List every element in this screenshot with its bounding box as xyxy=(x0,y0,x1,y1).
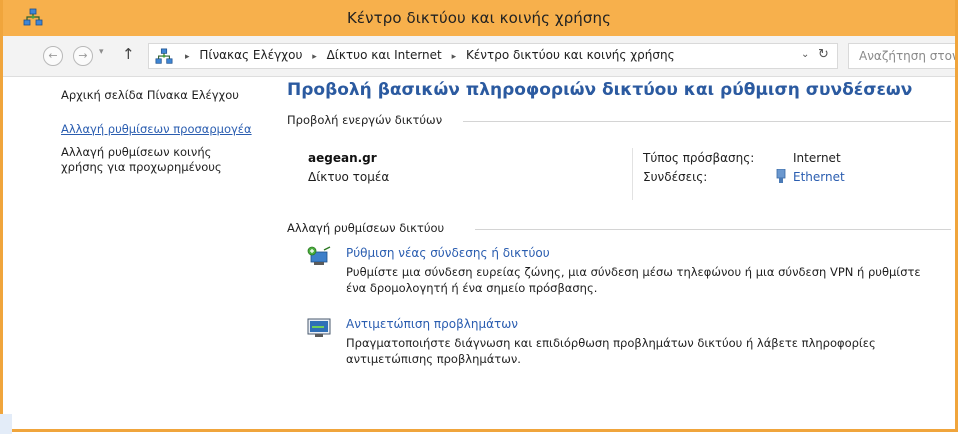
address-dropdown-icon[interactable]: ⌄ xyxy=(801,49,809,60)
address-bar: ← → ▾ ↑ ▸ Πίνακας Ελέγχου ▸ Δίκτυο και I… xyxy=(3,36,955,77)
network-type: Δίκτυο τομέα xyxy=(308,170,390,184)
section-label-active-networks: Προβολή ενεργών δικτύων xyxy=(287,113,443,127)
search-input[interactable]: Αναζήτηση στον Π xyxy=(848,43,955,69)
window: Κέντρο δικτύου και κοινής χρήσης ← → ▾ ↑… xyxy=(0,0,958,432)
section-label-change-settings: Αλλαγή ρυθμίσεων δικτύου xyxy=(287,221,445,235)
forward-button[interactable]: → xyxy=(73,46,93,66)
breadcrumb-chevron-icon[interactable]: ▸ xyxy=(306,52,323,62)
sidebar-item-change-adapter-settings[interactable]: Αλλαγή ρυθμίσεων προσαρμογέα xyxy=(61,122,256,137)
refresh-icon[interactable]: ↻ xyxy=(818,47,829,62)
breadcrumb-control-panel[interactable]: Πίνακας Ελέγχου xyxy=(199,48,302,62)
setup-new-connection-description: Ρυθμίστε μια σύνδεση ευρείας ζώνης, μια … xyxy=(346,265,921,295)
sidebar-item-advanced-sharing-settings[interactable]: Αλλαγή ρυθμίσεων κοινής χρήσης για προχω… xyxy=(61,145,256,175)
breadcrumb-chevron-icon[interactable]: ▸ xyxy=(446,52,463,62)
troubleshoot-problems-link[interactable]: Αντιμετώπιση προβλημάτων xyxy=(346,317,518,331)
section-divider xyxy=(475,229,951,230)
sidebar-item-control-panel-home[interactable]: Αρχική σελίδα Πίνακα Ελέγχου xyxy=(61,88,256,103)
column-divider xyxy=(632,148,633,200)
breadcrumb-network-internet[interactable]: Δίκτυο και Internet xyxy=(327,48,442,62)
recent-locations-dropdown-icon[interactable]: ▾ xyxy=(99,47,104,57)
access-type-value: Internet xyxy=(793,151,841,165)
connections-label: Συνδέσεις: xyxy=(643,170,708,184)
setup-new-connection-link[interactable]: Ρύθμιση νέας σύνδεσης ή δικτύου xyxy=(346,246,550,260)
desktop-corner xyxy=(0,414,12,434)
breadcrumb-chevron-icon[interactable]: ▸ xyxy=(179,52,196,62)
network-name: aegean.gr xyxy=(308,151,377,165)
section-divider xyxy=(463,121,951,122)
forward-arrow-icon: → xyxy=(78,49,88,62)
troubleshoot-problems-description: Πραγματοποιήστε διάγνωση και επιδιόρθωση… xyxy=(346,336,876,366)
back-button[interactable]: ← xyxy=(43,46,63,66)
sidebar: Αρχική σελίδα Πίνακα Ελέγχου Αλλαγή ρυθμ… xyxy=(61,88,261,194)
address-field[interactable]: ▸ Πίνακας Ελέγχου ▸ Δίκτυο και Internet … xyxy=(148,43,838,69)
breadcrumb-network-sharing-center[interactable]: Κέντρο δικτύου και κοινής χρήσης xyxy=(466,48,675,62)
ethernet-icon xyxy=(776,169,786,183)
network-center-icon xyxy=(155,48,173,64)
back-arrow-icon: ← xyxy=(48,49,58,62)
ethernet-connection-link[interactable]: Ethernet xyxy=(793,170,845,184)
title-bar[interactable]: Κέντρο δικτύου και κοινής χρήσης xyxy=(3,0,955,36)
up-arrow-icon[interactable]: ↑ xyxy=(122,45,135,63)
window-title: Κέντρο δικτύου και κοινής χρήσης xyxy=(346,9,612,27)
new-connection-icon xyxy=(307,246,331,265)
page-title: Προβολή βασικών πληροφοριών δικτύου και … xyxy=(287,80,913,100)
breadcrumb: ▸ Πίνακας Ελέγχου ▸ Δίκτυο και Internet … xyxy=(179,48,675,62)
access-type-label: Τύπος πρόσβασης: xyxy=(643,151,755,165)
troubleshoot-icon xyxy=(307,318,331,337)
